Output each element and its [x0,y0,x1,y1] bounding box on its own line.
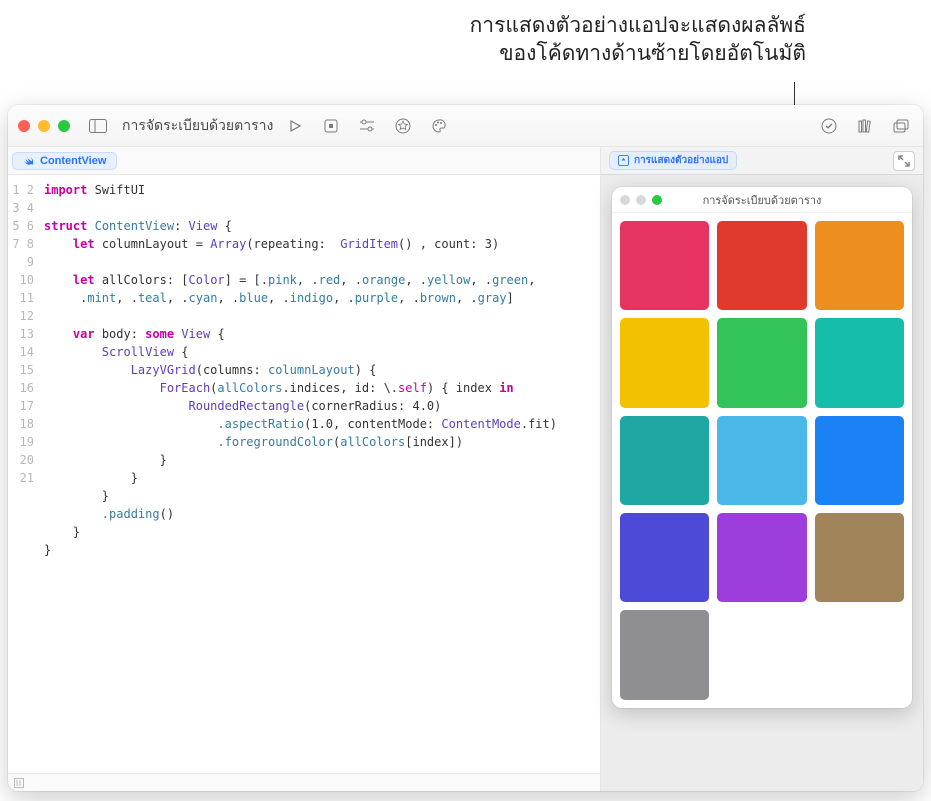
stop-icon[interactable] [319,114,343,138]
palette-icon[interactable] [427,114,451,138]
zoom-icon[interactable] [58,120,70,132]
checkmark-circle-icon[interactable] [817,114,841,138]
window-titlebar: การจัดระเบียบด้วยตาราง [8,105,923,147]
editor-pane: ContentView 1 2 3 4 5 6 7 8 9 10 11 12 1… [8,147,601,791]
sim-close-icon [620,195,630,205]
preview-body: การจัดระเบียบด้วยตาราง [601,175,923,791]
play-icon[interactable] [283,114,307,138]
color-tile [620,610,709,699]
star-icon[interactable] [391,114,415,138]
color-tile [717,513,806,602]
preview-chip[interactable]: การแสดงตัวอย่างแอป [609,151,737,170]
sliders-icon[interactable] [355,114,379,138]
annotation-line-1: การแสดงตัวอย่างแอปจะแสดงผลลัพธ์ [470,12,806,40]
color-tile [717,318,806,407]
color-tile [717,221,806,310]
color-tile [620,318,709,407]
color-tile [620,513,709,602]
app-preview-icon [618,155,629,166]
color-tile [620,221,709,310]
color-tile [815,318,904,407]
window-title: การจัดระเบียบด้วยตาราง [122,115,273,137]
simulated-app-window: การจัดระเบียบด้วยตาราง [612,187,912,708]
content-split: ContentView 1 2 3 4 5 6 7 8 9 10 11 12 1… [8,147,923,791]
editor-tabstrip: ContentView [8,147,600,175]
swift-icon [23,155,35,167]
color-tile [620,416,709,505]
color-grid [612,213,912,708]
sim-titlebar: การจัดระเบียบด้วยตาราง [612,187,912,213]
toolbar-center-group [283,114,451,138]
color-tile [815,416,904,505]
toolbar-right-group [817,114,913,138]
windows-icon[interactable] [889,114,913,138]
line-gutter: 1 2 3 4 5 6 7 8 9 10 11 12 13 14 15 16 1… [8,181,44,773]
statusbar-icon [14,778,24,788]
file-tab-label: ContentView [40,155,106,167]
editor-statusbar [8,773,600,791]
preview-chip-label: การแสดงตัวอย่างแอป [634,153,728,168]
file-tab-contentview[interactable]: ContentView [12,152,117,170]
preview-pane: การแสดงตัวอย่างแอป การจัดระเบียบด้วยตารา… [601,147,923,791]
app-window: การจัดระเบียบด้วยตาราง [8,105,923,791]
annotation-line-2: ของโค้ดทางด้านซ้ายโดยอัตโนมัติ [470,40,806,68]
color-tile [815,221,904,310]
close-icon[interactable] [18,120,30,132]
expand-icon [898,155,910,167]
expand-preview-button[interactable] [893,151,915,171]
minimize-icon[interactable] [38,120,50,132]
color-tile [717,416,806,505]
callout-annotation: การแสดงตัวอย่างแอปจะแสดงผลลัพธ์ ของโค้ดท… [470,12,806,69]
preview-header: การแสดงตัวอย่างแอป [601,147,923,175]
sim-zoom-icon [652,195,662,205]
color-tile [815,513,904,602]
code-text: import SwiftUI struct ContentView: View … [44,181,600,773]
sim-minimize-icon [636,195,646,205]
traffic-lights [18,120,70,132]
library-icon[interactable] [853,114,877,138]
code-editor[interactable]: 1 2 3 4 5 6 7 8 9 10 11 12 13 14 15 16 1… [8,175,600,773]
sidebar-toggle-icon[interactable] [86,114,110,138]
